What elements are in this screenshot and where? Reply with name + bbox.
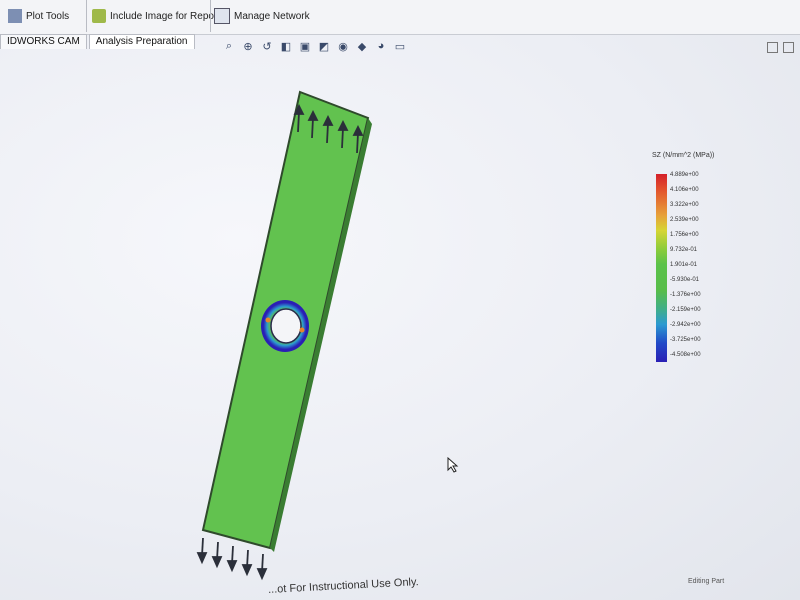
legend-label: 1.901e-01 <box>670 262 698 268</box>
legend-label: 2.539e+00 <box>670 217 699 223</box>
legend-label: -2.159e+00 <box>670 307 701 313</box>
legend-label: -3.725e+00 <box>670 337 701 343</box>
legend-color-bar <box>656 174 667 362</box>
legend-label: 4.889e+00 <box>670 172 699 178</box>
legend-title: SZ (N/mm^2 (MPa)) <box>652 152 715 159</box>
status-bar-label: Editing Part <box>688 578 725 585</box>
legend-label: 9.732e-01 <box>670 247 698 253</box>
legend-label: -5.930e-01 <box>670 277 700 283</box>
max-stress-marker <box>265 317 271 323</box>
stress-legend[interactable]: SZ (N/mm^2 (MPa)) 4.889e+00 4.106e+00 3.… <box>652 152 732 372</box>
legend-label: 1.756e+00 <box>670 232 699 238</box>
legend-label: -2.942e+00 <box>670 322 701 328</box>
legend-label: -1.376e+00 <box>670 292 701 298</box>
legend-label: 3.322e+00 <box>670 202 699 208</box>
legend-label: 4.106e+00 <box>670 187 699 193</box>
legend-label: -4.508e+00 <box>670 352 701 358</box>
mouse-pointer-icon <box>447 457 459 473</box>
max-stress-marker <box>299 327 305 333</box>
graphics-area[interactable]: Plot Tools Include Image for Report Mana… <box>0 0 800 600</box>
hole <box>270 308 302 344</box>
